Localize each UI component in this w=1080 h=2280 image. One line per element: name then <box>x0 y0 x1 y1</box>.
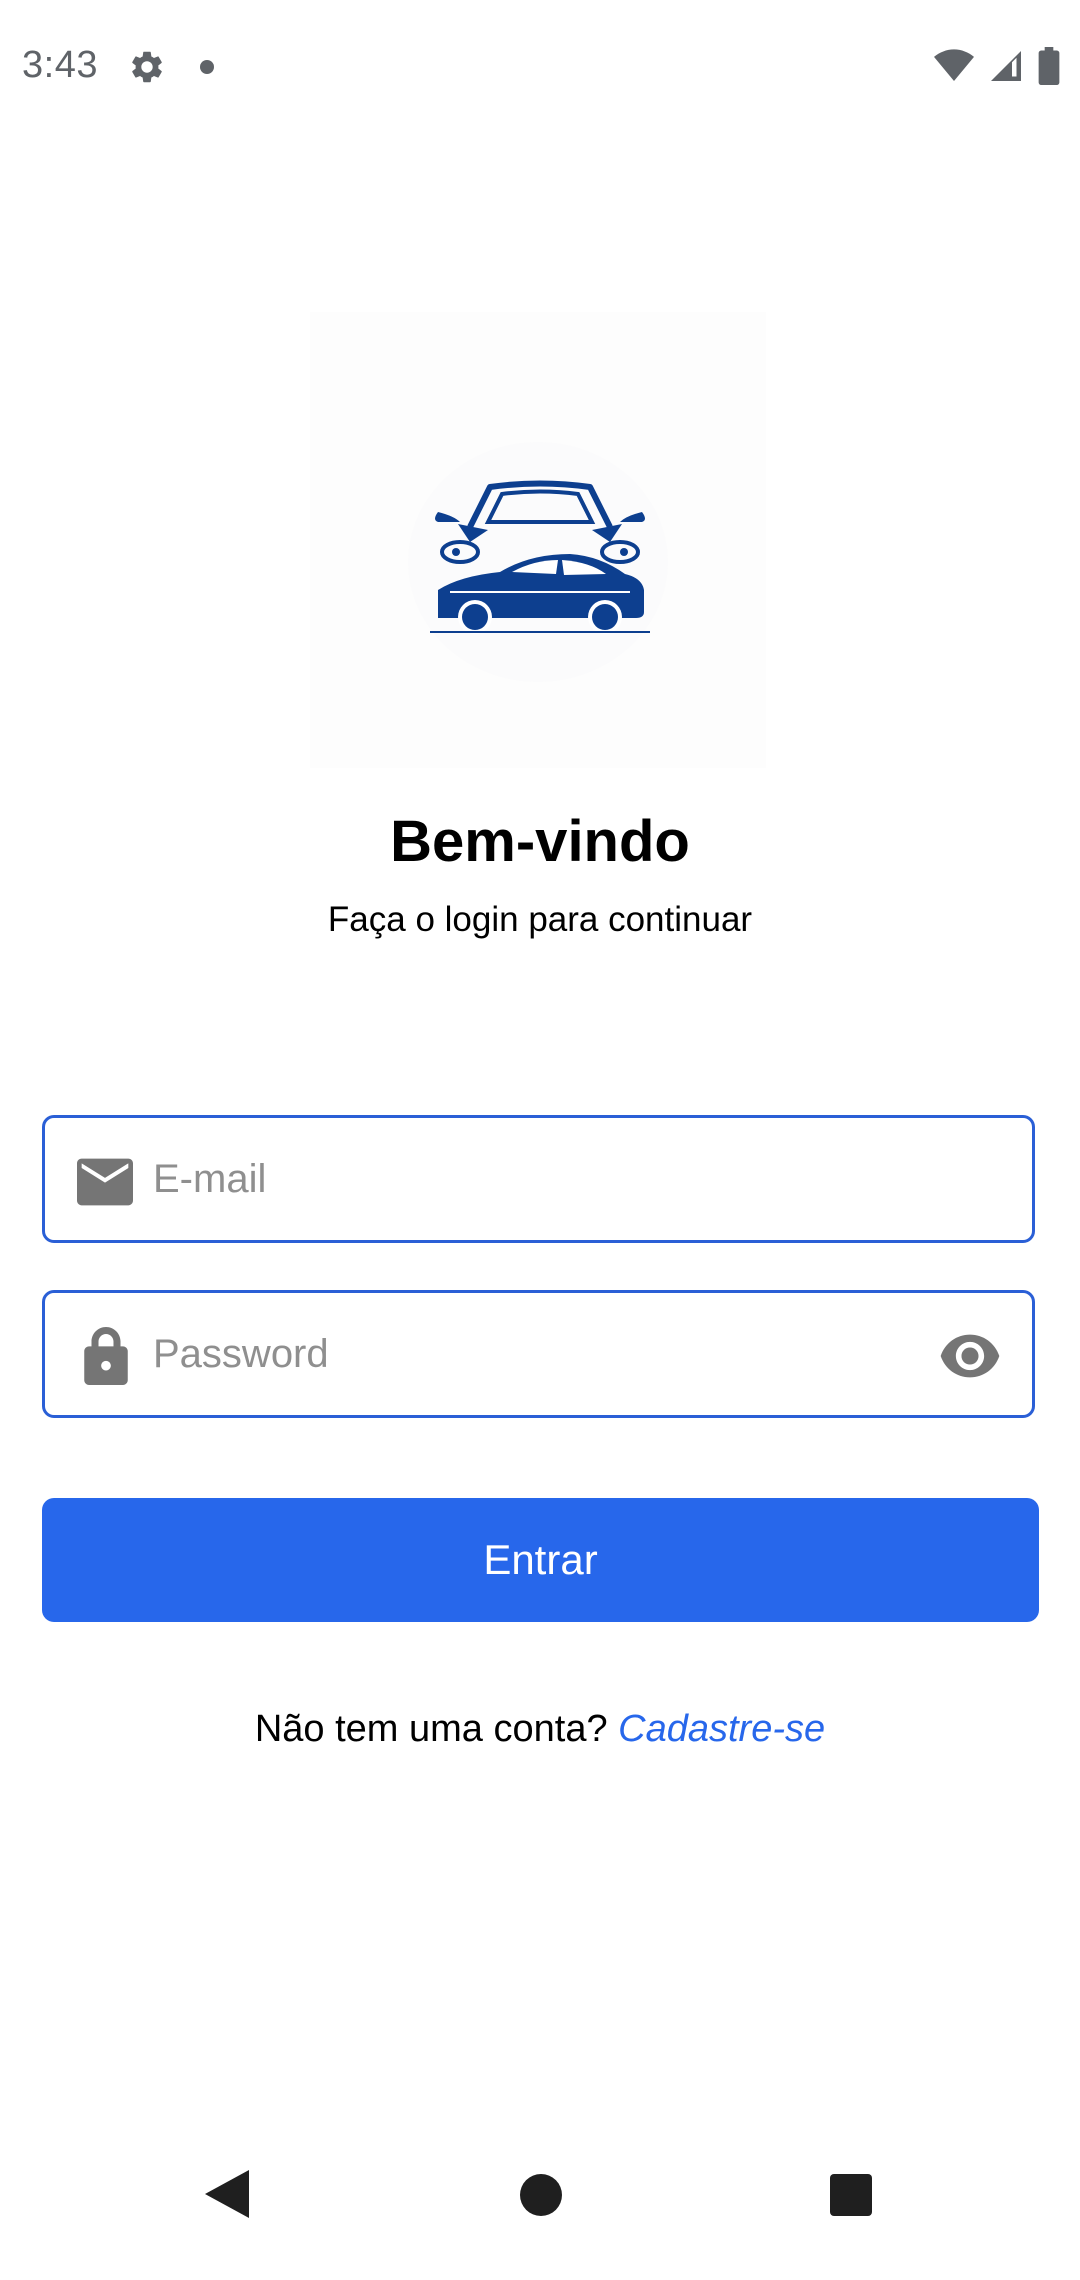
email-input[interactable] <box>153 1118 953 1240</box>
battery-icon <box>1038 47 1060 85</box>
page-subtitle: Faça o login para continuar <box>327 900 753 939</box>
back-icon[interactable] <box>205 2170 249 2218</box>
home-icon[interactable] <box>520 2174 562 2216</box>
lock-icon <box>84 1327 128 1385</box>
car-logo-icon <box>430 480 650 634</box>
login-button[interactable]: Entrar <box>42 1498 1039 1622</box>
signal-icon <box>991 51 1021 81</box>
status-icons <box>934 46 1060 86</box>
signup-link[interactable]: Cadastre-se <box>618 1708 825 1750</box>
password-input[interactable] <box>153 1293 853 1415</box>
mail-icon <box>77 1158 133 1206</box>
system-nav-bar <box>0 2130 1080 2280</box>
eye-icon[interactable] <box>938 1333 1002 1379</box>
signup-text: Não tem uma conta? <box>254 1708 608 1750</box>
status-time: 3:43 <box>22 44 98 86</box>
page-title: Bem-vindo <box>390 809 690 874</box>
email-field[interactable] <box>42 1115 1035 1243</box>
notification-dot-icon <box>200 60 214 74</box>
status-bar: 3:43 <box>0 0 1080 140</box>
app-logo <box>310 312 766 768</box>
password-field[interactable] <box>42 1290 1035 1418</box>
wifi-icon <box>934 49 974 81</box>
gear-icon <box>132 51 162 83</box>
recents-icon[interactable] <box>830 2174 872 2216</box>
signup-prompt: Não tem uma conta? Cadastre-se <box>0 1708 1080 1751</box>
